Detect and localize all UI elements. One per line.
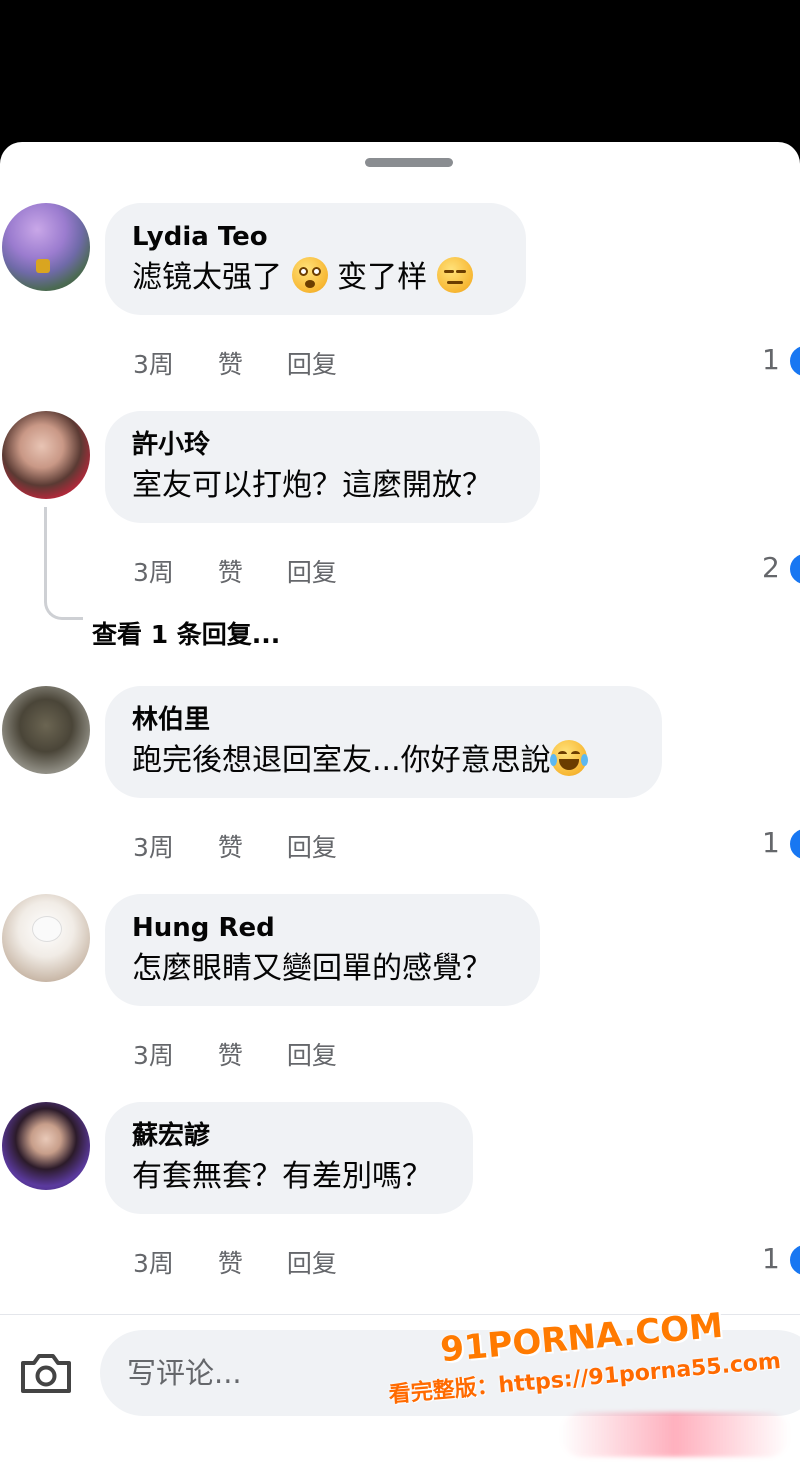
- comments-sheet: Lydia Teo 滤镜太强了 变了样 3周 赞 回复 1 許小玲 室友可以打炮…: [0, 142, 800, 1467]
- like-button[interactable]: 赞: [218, 345, 243, 381]
- like-button[interactable]: 赞: [218, 828, 243, 864]
- camera-icon[interactable]: [19, 1351, 73, 1395]
- like-reaction-icon: [788, 1243, 800, 1277]
- comment-text: 室友可以打炮？這麼開放？: [132, 468, 492, 503]
- reply-button[interactable]: 回复: [287, 828, 337, 864]
- like-button[interactable]: 赞: [218, 553, 243, 589]
- commenter-name[interactable]: Lydia Teo: [132, 219, 499, 255]
- commenter-name[interactable]: 林伯里: [132, 702, 635, 738]
- avatar[interactable]: [2, 203, 90, 291]
- like-reaction-icon: [788, 344, 800, 378]
- plush-toy-shape: [32, 916, 62, 942]
- reply-button[interactable]: 回复: [287, 553, 337, 589]
- comment-actions: 3周 赞 回复: [133, 1244, 337, 1280]
- like-button[interactable]: 赞: [218, 1036, 243, 1072]
- comment-bubble: Hung Red 怎麼眼睛又變回單的感覺？: [105, 894, 540, 1006]
- drag-handle[interactable]: [365, 158, 453, 167]
- flushed-face-emoji: [291, 257, 328, 293]
- comment-bubble: 許小玲 室友可以打炮？這麼開放？: [105, 411, 540, 523]
- train-shape: [36, 259, 50, 273]
- comment-actions: 3周 赞 回复: [133, 345, 337, 381]
- comment-text: 怎麼眼睛又變回單的感覺？: [132, 951, 492, 986]
- avatar[interactable]: [2, 894, 90, 982]
- watermark: 91PORNA.COM 看完整版：https://91porna55.com: [380, 1306, 800, 1462]
- commenter-name[interactable]: 許小玲: [132, 427, 513, 463]
- comment-text-part: 变了样: [337, 260, 428, 295]
- watermark-smudge: [560, 1412, 790, 1457]
- expressionless-face-emoji: [436, 257, 473, 293]
- comment-bubble: Lydia Teo 滤镜太强了 变了样: [105, 203, 526, 315]
- comment-actions: 3周 赞 回复: [133, 828, 337, 864]
- comment-time: 3周: [133, 558, 174, 587]
- like-reaction-icon: [788, 827, 800, 861]
- thread-connector: [44, 507, 83, 620]
- reply-button[interactable]: 回复: [287, 1036, 337, 1072]
- reaction-count[interactable]: 1: [762, 1242, 780, 1275]
- comment-bubble: 林伯里 跑完後想退回室友...你好意思說: [105, 686, 662, 798]
- comment-text-part: 滤镜太强了: [132, 260, 282, 295]
- reaction-count[interactable]: 1: [762, 343, 780, 376]
- commenter-name[interactable]: 蘇宏諺: [132, 1118, 446, 1154]
- commenter-name[interactable]: Hung Red: [132, 910, 513, 946]
- avatar[interactable]: [2, 411, 90, 499]
- avatar[interactable]: [2, 1102, 90, 1190]
- reaction-count[interactable]: 2: [762, 551, 780, 584]
- comment-time: 3周: [133, 1041, 174, 1070]
- view-replies-link[interactable]: 查看 1 条回复...: [92, 615, 280, 651]
- comment-time: 3周: [133, 833, 174, 862]
- avatar[interactable]: [2, 686, 90, 774]
- comment-time: 3周: [133, 350, 174, 379]
- comment-text: 有套無套？有差別嗎？: [132, 1159, 432, 1194]
- tears-of-joy-emoji: [549, 740, 588, 776]
- comment-actions: 3周 赞 回复: [133, 553, 337, 589]
- like-reaction-icon: [788, 552, 800, 586]
- reply-button[interactable]: 回复: [287, 345, 337, 381]
- comment-text: 跑完後想退回室友...你好意思說: [132, 738, 635, 784]
- like-button[interactable]: 赞: [218, 1244, 243, 1280]
- comment-text-part: 跑完後想退回室友...你好意思說: [132, 743, 551, 778]
- comment-actions: 3周 赞 回复: [133, 1036, 337, 1072]
- reply-button[interactable]: 回复: [287, 1244, 337, 1280]
- comment-bubble: 蘇宏諺 有套無套？有差別嗎？: [105, 1102, 473, 1214]
- comment-text: 滤镜太强了 变了样: [132, 255, 499, 301]
- reaction-count[interactable]: 1: [762, 826, 780, 859]
- comment-time: 3周: [133, 1249, 174, 1278]
